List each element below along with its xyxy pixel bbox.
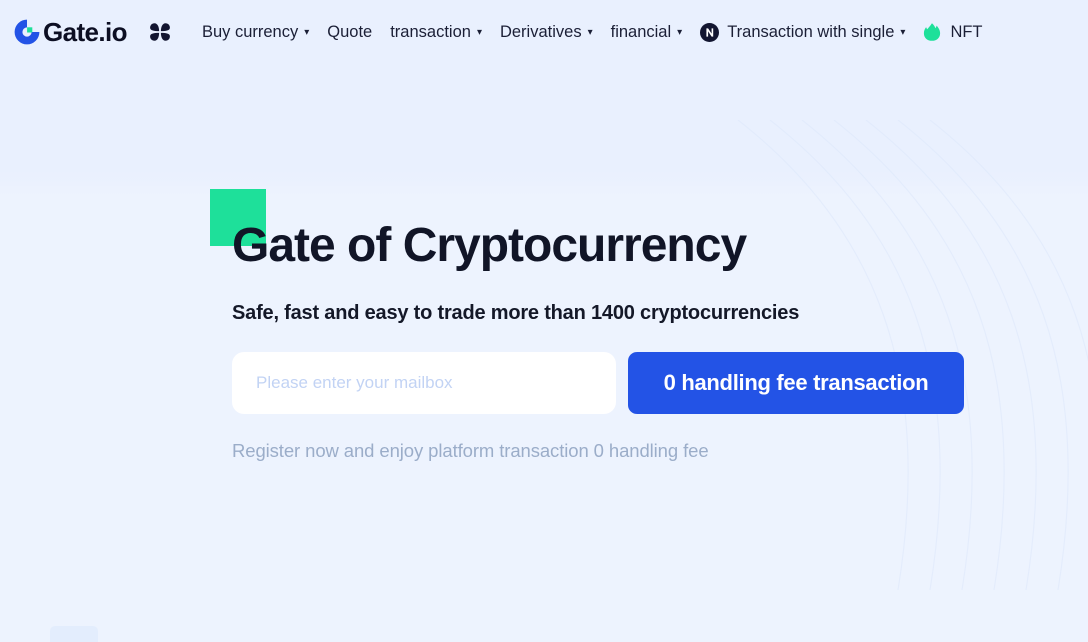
- headline-wrapper: Gate of Cryptocurrency: [210, 189, 747, 272]
- nav-item-quote[interactable]: Quote: [318, 18, 381, 47]
- n-badge-icon: [700, 22, 720, 42]
- nav-item-financial[interactable]: financial ▾: [602, 18, 692, 47]
- signup-form: 0 handling fee transaction: [232, 352, 1088, 414]
- chevron-down-icon: ▾: [476, 27, 482, 38]
- chevron-down-icon: ▾: [900, 27, 906, 38]
- apps-grid-icon[interactable]: [147, 19, 173, 45]
- email-input[interactable]: [232, 352, 616, 414]
- top-navigation-bar: Gate.io Buy currency ▾ Quote transaction…: [0, 0, 1088, 64]
- flame-icon: [923, 22, 941, 42]
- chevron-down-icon: ▾: [677, 27, 683, 38]
- nav-label: NFT: [950, 22, 983, 41]
- chevron-down-icon: ▾: [304, 27, 310, 38]
- nav-label: Derivatives: [499, 22, 582, 41]
- nav-label: financial: [610, 22, 672, 41]
- nav-item-derivatives[interactable]: Derivatives ▾: [491, 18, 602, 47]
- hero-subheadline: Safe, fast and easy to trade more than 1…: [232, 302, 800, 324]
- bottom-left-card-peek: [50, 626, 98, 642]
- nav-label: Quote: [327, 22, 373, 41]
- nav-label: Buy currency: [201, 22, 299, 41]
- brand-logo-link[interactable]: Gate.io: [12, 17, 128, 47]
- nav-item-nft[interactable]: NFT: [914, 16, 991, 48]
- nav-label: transaction: [390, 22, 471, 41]
- nav-item-buy-currency[interactable]: Buy currency ▾: [193, 18, 318, 47]
- nav-item-transaction[interactable]: transaction ▾: [381, 18, 491, 47]
- zero-fee-transaction-button[interactable]: 0 handling fee transaction: [628, 352, 964, 414]
- gate-ring-logo-icon: [12, 17, 42, 47]
- brand-name: Gate.io: [43, 17, 128, 47]
- page-title: Gate of Cryptocurrency: [232, 219, 747, 272]
- nav-label: Transaction with single: [727, 22, 895, 41]
- register-note: Register now and enjoy platform transact…: [232, 440, 709, 461]
- chevron-down-icon: ▾: [587, 27, 593, 38]
- nav-item-transaction-with-single[interactable]: Transaction with single ▾: [691, 17, 914, 48]
- hero-section: Gate of Cryptocurrency Safe, fast and ea…: [0, 64, 1088, 462]
